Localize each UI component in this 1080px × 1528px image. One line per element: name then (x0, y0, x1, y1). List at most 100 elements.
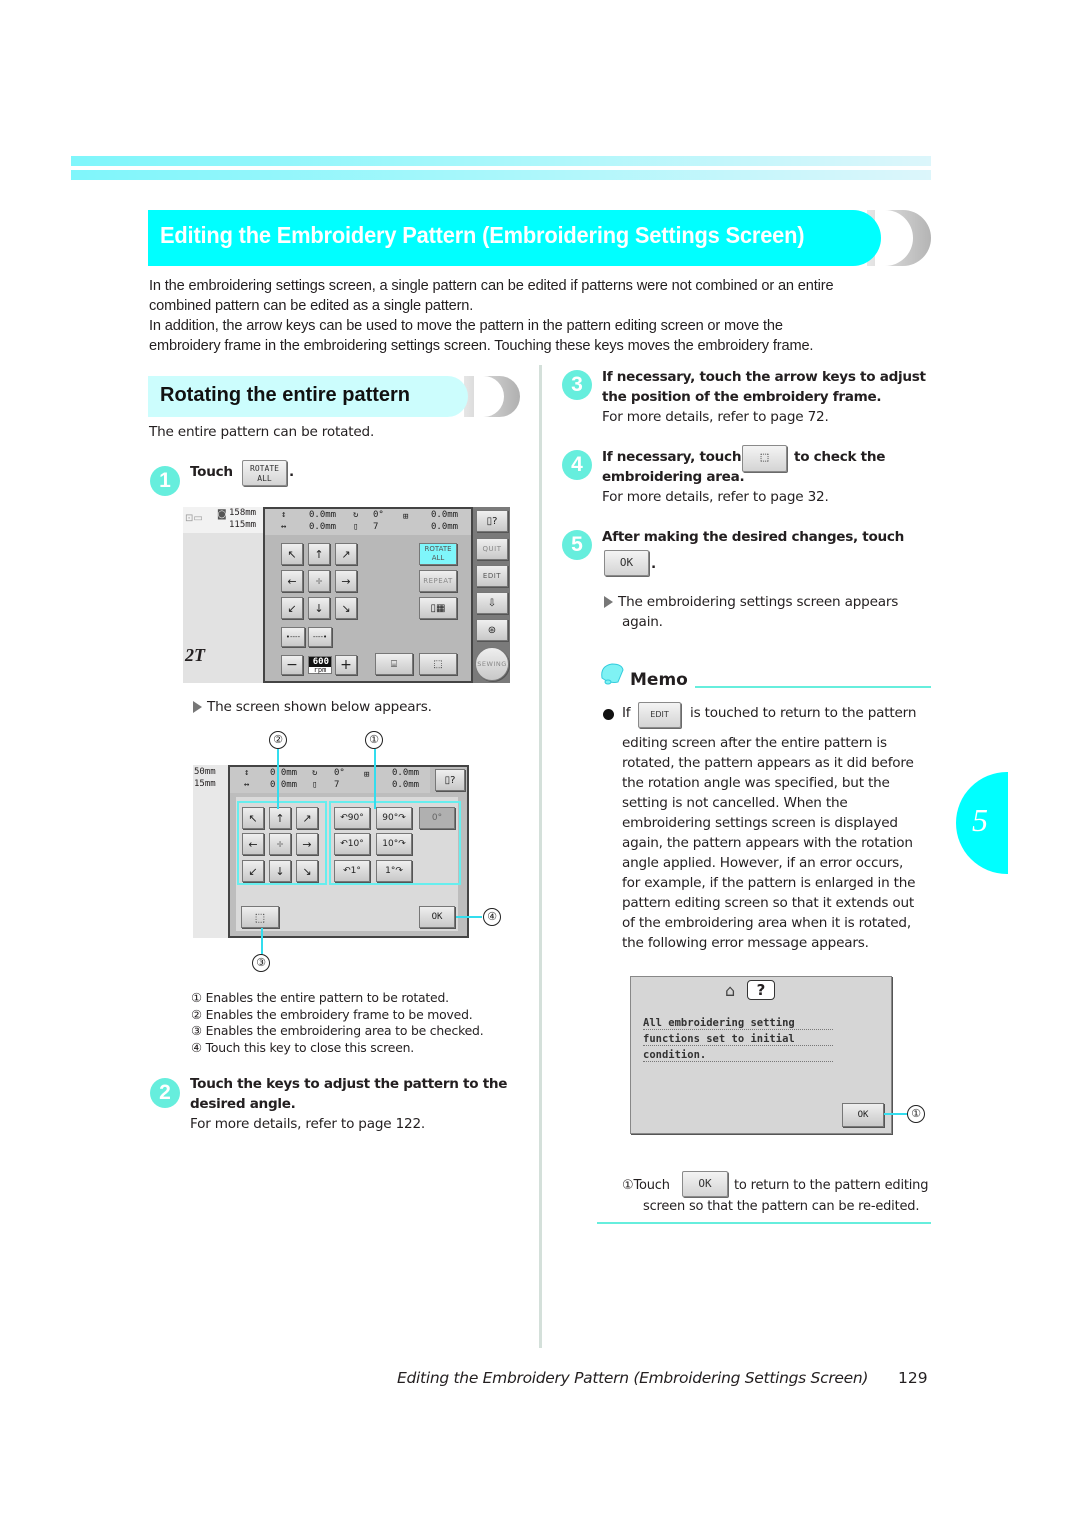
legend-item: ③ Enables the embroidering area to be ch… (191, 1023, 484, 1038)
size-grid-icon: ⊞ (403, 512, 409, 522)
error-dialog: ⌂ ? All embroidering setting functions s… (630, 976, 892, 1134)
side-menu: ▯? QUIT EDIT ⇩ ⊛ SEWING (473, 507, 510, 683)
speed-minus-button[interactable]: − (281, 655, 303, 675)
step-number-2: 2 (150, 1078, 180, 1108)
step-number-3: 3 (562, 370, 592, 400)
callout-4: ④ (483, 908, 501, 926)
memo-divider (695, 686, 931, 688)
result-arrow-icon (193, 701, 202, 713)
reset-angle-button[interactable]: 0° (419, 807, 455, 829)
frame-move-button[interactable]: ⊛ (476, 619, 508, 641)
step-number-4: 4 (562, 450, 592, 480)
ok-button[interactable]: OK (419, 906, 455, 928)
legend-item: ④ Touch this key to close this screen. (191, 1039, 415, 1055)
quit-button[interactable]: QUIT (476, 538, 508, 560)
start-point-button[interactable]: •---- (281, 627, 305, 647)
pattern-size-readout: ⊡▭ ◙ 158mm 115mm (183, 507, 263, 533)
move-down-right-button[interactable]: ↘ (296, 860, 318, 882)
speed-display: 600 rpm (308, 656, 332, 674)
column-divider (539, 365, 542, 1348)
legend-list: ① Enables the entire pattern to be rotat… (191, 990, 484, 1056)
frame-icon: ⊡▭ (185, 513, 203, 524)
center-button[interactable]: ✛ (269, 833, 291, 855)
step-number-1: 1 (150, 466, 180, 496)
embroidering-settings-screen: ⊡▭ ◙ 158mm 115mm 2T ↕ 0.0mm ↔ 0.0mm ↻ 0°… (183, 507, 510, 683)
sewing-button[interactable]: SEWING (475, 647, 509, 681)
section-heading: Rotating the entire pattern (148, 376, 520, 417)
running-footer: Editing the Embroidery Pattern (Embroide… (397, 1369, 869, 1387)
memo-title: Memo (630, 670, 688, 690)
rotate-left-10-button[interactable]: ↶ 10° (334, 833, 370, 855)
edit-button[interactable]: EDIT (476, 565, 508, 587)
rotation-icon: ↻ (353, 510, 359, 520)
error-ok-button[interactable]: OK (842, 1103, 884, 1127)
move-left-button[interactable]: ← (242, 833, 264, 855)
move-up-button[interactable]: ↑ (269, 807, 291, 829)
memo-body: editing screen after the entire pattern … (622, 735, 916, 951)
intro-paragraph: In the embroidering settings screen, a s… (149, 278, 834, 354)
thread-color-button[interactable]: ▯▦ (419, 597, 457, 619)
move-up-button[interactable]: ↑ (308, 543, 330, 565)
help-button[interactable]: ▯? (476, 510, 508, 532)
repeat-button[interactable]: REPEAT (419, 570, 457, 592)
bullet-icon (603, 709, 614, 720)
move-down-button[interactable]: ↓ (308, 597, 330, 619)
callout-2: ② (269, 731, 287, 749)
memo-bottom-divider (597, 1222, 931, 1224)
section-lead: The entire pattern can be rotated. (149, 424, 375, 440)
question-icon: ? (747, 980, 775, 1000)
result-arrow-icon (604, 596, 613, 608)
memo-bell-icon (598, 660, 626, 688)
rotate-screen: 50mm 15mm ↕ 0.0mm ↔ 0.0mm ↻ 0° ▯ 7 ⊞ 0.0… (193, 765, 469, 938)
center-button[interactable]: ✛ (308, 570, 330, 592)
help-button[interactable]: ▯? (435, 769, 465, 791)
section-title: Rotating the entire pattern (160, 384, 411, 406)
move-right-button[interactable]: → (296, 833, 318, 855)
rotate-right-90-button[interactable]: 90° ↷ (376, 807, 412, 829)
move-up-left-button[interactable]: ↖ (281, 543, 303, 565)
speed-plus-button[interactable]: + (335, 655, 357, 675)
step-number-5: 5 (562, 530, 592, 560)
rotate-right-10-button[interactable]: 10° ↷ (376, 833, 412, 855)
header-stripe (71, 156, 931, 166)
callout-1: ① (907, 1105, 925, 1123)
step-1-text: Touch (190, 464, 233, 480)
move-up-left-button[interactable]: ↖ (242, 807, 264, 829)
machine-icon: ⌂ (725, 981, 736, 1000)
ok-key[interactable]: OK (682, 1171, 728, 1197)
readout-bar: ↕ 0.0mm ↔ 0.0mm ↻ 0° ▯ 7 ⊞ 0.0mm 0.0mm (265, 509, 471, 535)
legend-item: ② Enables the embroidery frame to be mov… (191, 1006, 473, 1022)
title-banner: Editing the Embroidery Pattern (Embroide… (148, 210, 931, 266)
end-point-button[interactable]: ----• (308, 627, 332, 647)
check-area-button[interactable]: ⬚ (419, 653, 457, 675)
move-down-left-button[interactable]: ↙ (242, 860, 264, 882)
thread-icon: ▯ (353, 522, 359, 532)
rotate-all-key[interactable]: ROTATE ALL (242, 460, 287, 486)
callout-1: ① (365, 731, 383, 749)
ok-key[interactable]: OK (604, 550, 649, 576)
move-left-button[interactable]: ← (281, 570, 303, 592)
page-title: Editing the Embroidery Pattern (Embroide… (160, 222, 805, 248)
rotate-right-1-button[interactable]: 1° ↷ (376, 860, 412, 882)
trial-button[interactable]: ⌸ (375, 653, 413, 675)
rotate-all-button[interactable]: ROTATE ALL (419, 543, 457, 565)
rotate-left-90-button[interactable]: ↶ 90° (334, 807, 370, 829)
move-right-button[interactable]: → (335, 570, 357, 592)
rotate-left-1-button[interactable]: ↶ 1° (334, 860, 370, 882)
check-area-key[interactable]: ⬚ (742, 445, 787, 472)
page-number: 129 (898, 1369, 928, 1387)
size-icon: ◙ (217, 509, 227, 520)
callout-3: ③ (252, 954, 270, 972)
check-area-button[interactable]: ⬚ (241, 906, 279, 928)
move-up-right-button[interactable]: ↗ (296, 807, 318, 829)
result-text: The screen shown below appears. (193, 699, 432, 715)
chapter-tab: 5 (956, 772, 1008, 874)
settings-panel: ↕ 0.0mm ↔ 0.0mm ↻ 0° ▯ 7 ⊞ 0.0mm 0.0mm ↖… (263, 507, 473, 683)
move-down-button[interactable]: ↓ (269, 860, 291, 882)
move-down-right-button[interactable]: ↘ (335, 597, 357, 619)
move-up-right-button[interactable]: ↗ (335, 543, 357, 565)
edit-key[interactable]: EDIT (638, 702, 681, 728)
save-button[interactable]: ⇩ (476, 592, 508, 614)
readout-bar: ↕ 0.0mm ↔ 0.0mm ↻ 0° ▯ 7 ⊞ 0.0mm 0.0mm (230, 767, 430, 793)
move-down-left-button[interactable]: ↙ (281, 597, 303, 619)
